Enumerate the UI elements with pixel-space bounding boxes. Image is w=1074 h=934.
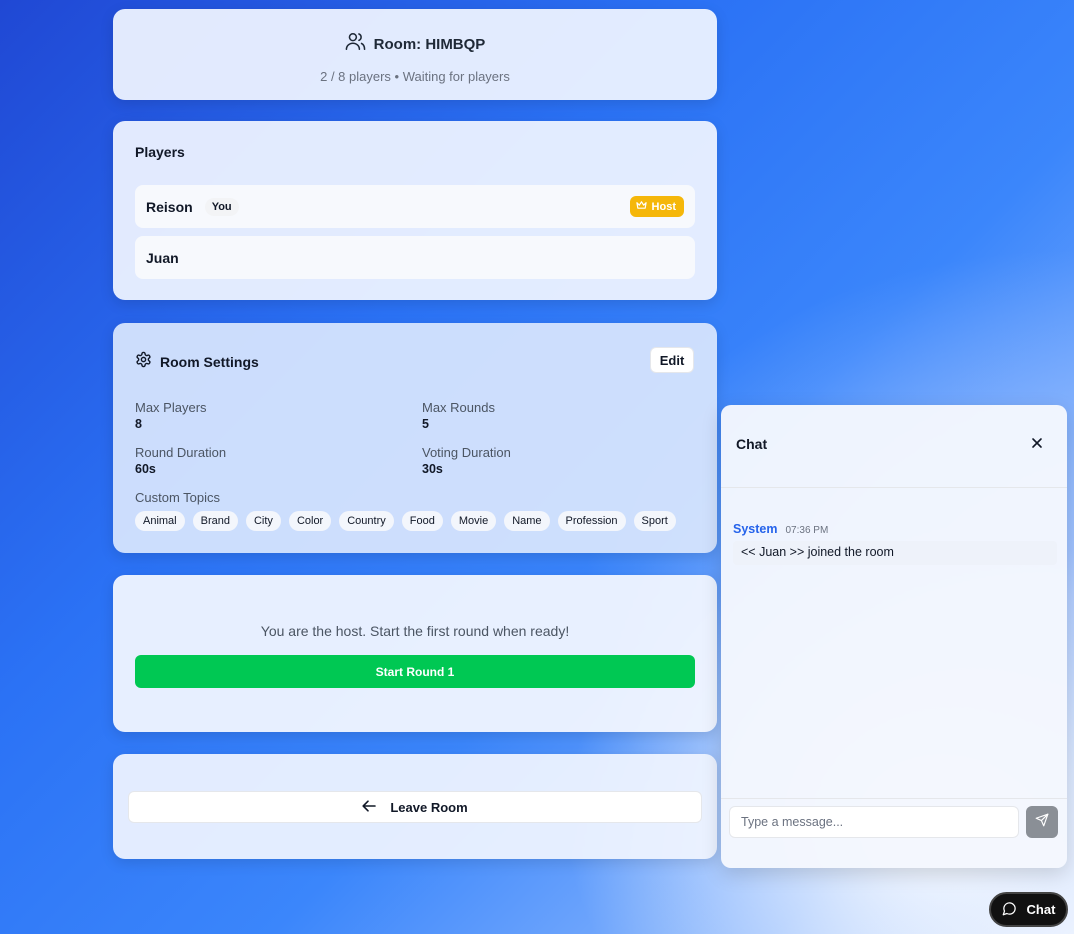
- setting-value: 60s: [135, 462, 156, 476]
- topic-chip: Brand: [192, 511, 238, 531]
- room-header-card: Room: HIMBQP 2 / 8 players • Waiting for…: [113, 9, 717, 100]
- setting-voting-duration: Voting Duration 30s: [422, 445, 511, 476]
- players-heading: Players: [135, 144, 185, 160]
- custom-topics-label: Custom Topics: [135, 490, 221, 505]
- leave-room-label: Leave Room: [390, 799, 468, 815]
- player-row: Reison You Host: [135, 185, 695, 228]
- topic-chip: Color: [288, 511, 332, 531]
- topic-chip: Profession: [557, 511, 626, 531]
- gear-icon: [135, 351, 152, 373]
- room-status: 2 / 8 players • Waiting for players: [320, 69, 510, 84]
- settings-header: Room Settings: [135, 351, 259, 373]
- settings-heading: Room Settings: [160, 354, 259, 370]
- room-title: Room: HIMBQP: [373, 35, 486, 53]
- room-settings-card: Room Settings Edit Max Players 8 Max Rou…: [113, 323, 717, 553]
- users-icon: [345, 32, 366, 56]
- topic-chip: Sport: [633, 511, 676, 531]
- host-message: You are the host. Start the first round …: [260, 623, 570, 639]
- send-icon: [1035, 813, 1049, 832]
- leave-room-button[interactable]: Leave Room: [128, 791, 702, 823]
- setting-value: 5: [422, 417, 429, 431]
- message-header: System 07:36 PM: [733, 522, 828, 536]
- send-button[interactable]: [1026, 806, 1058, 838]
- topic-chip: Animal: [135, 511, 185, 531]
- crown-icon: [635, 200, 647, 213]
- topic-chip: Name: [504, 511, 550, 531]
- player-name: Juan: [146, 249, 179, 266]
- setting-label: Max Players: [135, 400, 207, 415]
- chat-divider: [721, 798, 1067, 799]
- room-title-row: Room: HIMBQP: [113, 32, 717, 56]
- host-badge: Host: [629, 196, 684, 217]
- message-sender: System: [733, 522, 778, 536]
- close-icon[interactable]: [1029, 435, 1045, 451]
- topic-chip: Food: [401, 511, 443, 531]
- setting-label: Voting Duration: [422, 445, 511, 460]
- players-card: Players Reison You Host Juan: [113, 121, 717, 300]
- chat-divider: [721, 487, 1067, 488]
- leave-room-card: Leave Room: [113, 754, 717, 859]
- topic-chip: Country: [339, 511, 394, 531]
- player-row: Juan: [135, 236, 695, 279]
- setting-max-players: Max Players 8: [135, 400, 207, 431]
- chat-message-input[interactable]: [729, 806, 1019, 838]
- message-text: << Juan >> joined the room: [733, 541, 1057, 565]
- host-badge-label: Host: [651, 200, 676, 213]
- setting-max-rounds: Max Rounds 5: [422, 400, 495, 431]
- topic-chip: Movie: [450, 511, 497, 531]
- topic-list: Animal Brand City Color Country Food Mov…: [135, 511, 676, 531]
- start-round-button[interactable]: Start Round 1: [135, 655, 695, 688]
- setting-value: 30s: [422, 462, 443, 476]
- start-round-card: You are the host. Start the first round …: [113, 575, 717, 732]
- chat-title: Chat: [736, 436, 768, 452]
- chat-panel: Chat System 07:36 PM << Juan >> joined t…: [721, 405, 1067, 868]
- message-circle-icon: [1002, 901, 1017, 919]
- chat-toggle-label: Chat: [1026, 902, 1056, 917]
- you-badge: You: [204, 197, 239, 216]
- topic-chip: City: [245, 511, 281, 531]
- setting-value: 8: [135, 417, 142, 431]
- setting-round-duration: Round Duration 60s: [135, 445, 226, 476]
- edit-settings-button[interactable]: Edit: [650, 347, 694, 373]
- chat-toggle-button[interactable]: Chat: [989, 892, 1068, 927]
- setting-label: Max Rounds: [422, 400, 495, 415]
- message-time: 07:36 PM: [785, 525, 829, 536]
- setting-label: Round Duration: [135, 445, 227, 460]
- player-name: Reison: [146, 198, 193, 215]
- arrow-left-icon: [362, 799, 377, 815]
